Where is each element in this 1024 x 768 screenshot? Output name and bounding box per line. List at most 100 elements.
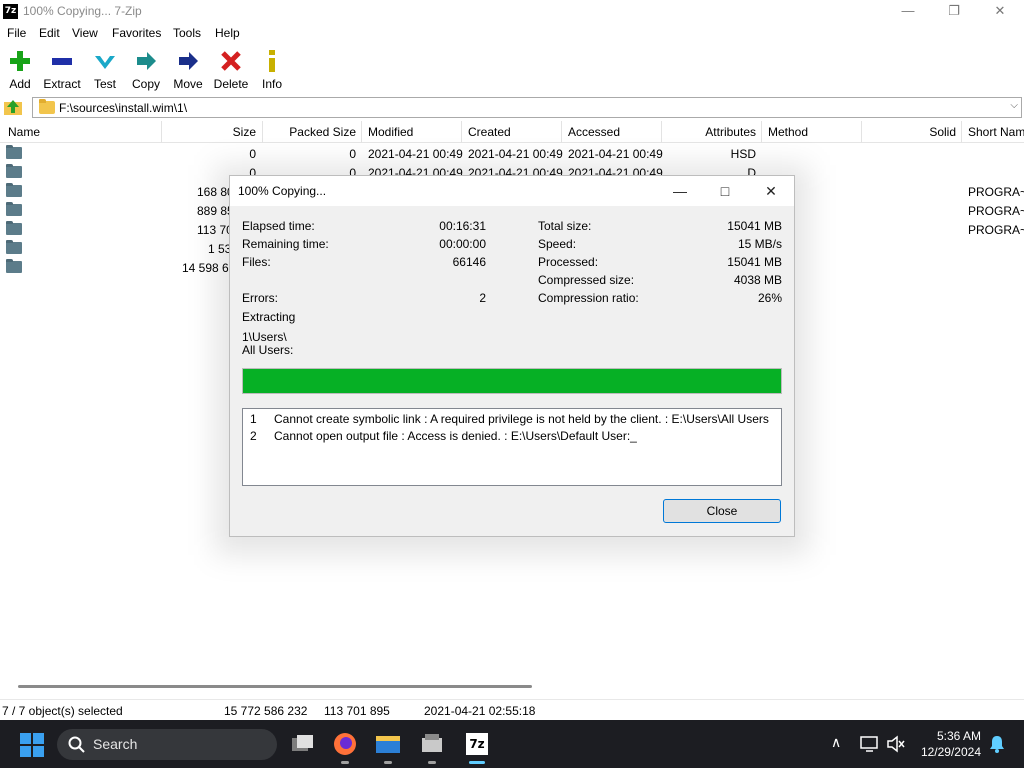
error-number: 1 [250,412,257,426]
volume-muted-icon[interactable] [886,735,906,753]
menu-file[interactable]: File [7,26,26,40]
list-item[interactable]: 1 Cannot create symbolic link : A requir… [243,412,781,429]
processed-label: Processed: [538,255,599,269]
add-button[interactable]: Add [0,47,42,93]
cell-created: 2021-04-21 00:49 [468,147,563,161]
col-divider[interactable] [262,121,263,143]
7zip-logo-icon: 7z [3,4,18,19]
compressed-size-value: 4038 MB [733,273,782,287]
table-row[interactable]: 0 0 2021-04-21 00:49 2021-04-21 00:49 20… [0,144,1024,163]
notification-bell-icon[interactable] [988,735,1006,753]
cell-modified: 2021-04-21 00:49 [368,147,463,161]
menu-edit[interactable]: Edit [39,26,60,40]
task-view-glyph-icon [292,735,313,751]
restore-button[interactable]: ❐ [931,0,977,23]
speed-value: 15 MB/s [737,237,782,251]
chevron-down-icon[interactable]: ⌵ [1010,100,1018,111]
status-date: 2021-04-21 02:55:18 [424,704,536,718]
extract-button[interactable]: Extract [40,47,84,93]
col-solid[interactable]: Solid [929,125,956,139]
task-view-icon[interactable] [286,728,318,760]
progress-fill [243,369,781,393]
col-packed-size[interactable]: Packed Size [289,125,356,139]
toolbar: Add Extract Test Copy Move Delete Info [0,43,1024,95]
elapsed-label: Elapsed time: [242,219,315,233]
col-modified[interactable]: Modified [368,125,413,139]
dialog-title-bar[interactable]: 100% Copying... — □ ✕ [230,176,794,206]
col-divider[interactable] [661,121,662,143]
active-indicator [469,761,485,764]
copy-button[interactable]: Copy [124,47,168,93]
minimize-button[interactable]: — [885,0,931,23]
address-bar: F:\sources\install.wim\1\ ⌵ [0,95,1024,119]
status-size: 15 772 586 232 [224,704,308,718]
info-label: Info [261,77,282,91]
system-clock[interactable]: 5:36 AM 12/29/2024 [921,728,981,760]
dialog-minimize-button[interactable]: — [665,180,695,202]
delete-button[interactable]: Delete [209,47,253,93]
chevron-up-icon[interactable]: ∧ [831,734,841,751]
col-divider[interactable] [161,121,162,143]
close-button[interactable]: Close [663,499,781,523]
compressed-size-label: Compressed size: [538,273,635,287]
col-name[interactable]: Name [8,125,40,139]
info-icon [269,50,275,72]
menu-view[interactable]: View [72,26,98,40]
col-divider[interactable] [361,121,362,143]
package-glyph-icon [422,734,442,752]
running-indicator [341,761,349,764]
col-divider[interactable] [561,121,562,143]
x-icon [221,51,241,71]
remaining-label: Remaining time: [242,237,329,251]
error-list[interactable]: 1 Cannot create symbolic link : A requir… [242,408,782,486]
col-size[interactable]: Size [233,125,256,139]
col-accessed[interactable]: Accessed [568,125,620,139]
folder-icon [6,183,22,197]
test-button[interactable]: Test [83,47,127,93]
minus-icon [52,58,72,65]
cell-short-name: PROGRA~ [968,185,1024,199]
errors-value: 2 [479,291,486,305]
operation-label: Extracting [242,310,296,324]
col-short-name[interactable]: Short Nam [968,125,1024,139]
col-divider[interactable] [861,121,862,143]
list-item[interactable]: 2 Cannot open output file : Access is de… [243,429,781,446]
7zip-taskbar-icon[interactable]: 7z [461,728,493,764]
title-bar[interactable]: 7z 100% Copying... 7-Zip — ❐ ✕ [0,0,1024,23]
col-divider[interactable] [961,121,962,143]
folder-icon [6,202,22,216]
menu-tools[interactable]: Tools [173,26,201,40]
windows-start-icon[interactable] [20,733,44,757]
col-created[interactable]: Created [468,125,511,139]
col-divider[interactable] [461,121,462,143]
error-text: Cannot create symbolic link : A required… [274,412,769,426]
address-path: F:\sources\install.wim\1\ [59,101,188,115]
progress-dialog: 100% Copying... — □ ✕ Elapsed time: 00:1… [229,175,795,537]
menu-bar: File Edit View Favorites Tools Help [0,23,1024,43]
firefox-glyph-icon [334,733,356,755]
installer-app-icon[interactable] [416,728,448,764]
dialog-close-icon[interactable]: ✕ [756,180,786,202]
col-method[interactable]: Method [768,125,808,139]
col-attributes[interactable]: Attributes [705,125,756,139]
running-indicator [384,761,392,764]
cell-packed: 0 [349,147,356,161]
cell-short-name: PROGRA~ [968,223,1024,237]
file-explorer-icon[interactable] [372,728,404,764]
move-button[interactable]: Move [166,47,210,93]
dialog-maximize-button[interactable]: □ [710,180,740,202]
info-button[interactable]: Info [250,47,294,93]
add-label: Add [9,77,31,91]
address-input[interactable]: F:\sources\install.wim\1\ ⌵ [32,97,1022,118]
column-header: Name Size Packed Size Modified Created A… [0,121,1024,143]
firefox-icon[interactable] [329,728,361,764]
taskbar-search[interactable]: Search [57,729,277,760]
up-folder-icon[interactable] [3,97,23,117]
menu-help[interactable]: Help [215,26,240,40]
close-window-button[interactable]: ✕ [977,0,1023,23]
network-icon[interactable] [860,735,880,753]
menu-favorites[interactable]: Favorites [112,26,161,40]
move-arrow-icon [179,52,198,70]
col-divider[interactable] [761,121,762,143]
horizontal-scrollbar[interactable] [18,685,532,688]
